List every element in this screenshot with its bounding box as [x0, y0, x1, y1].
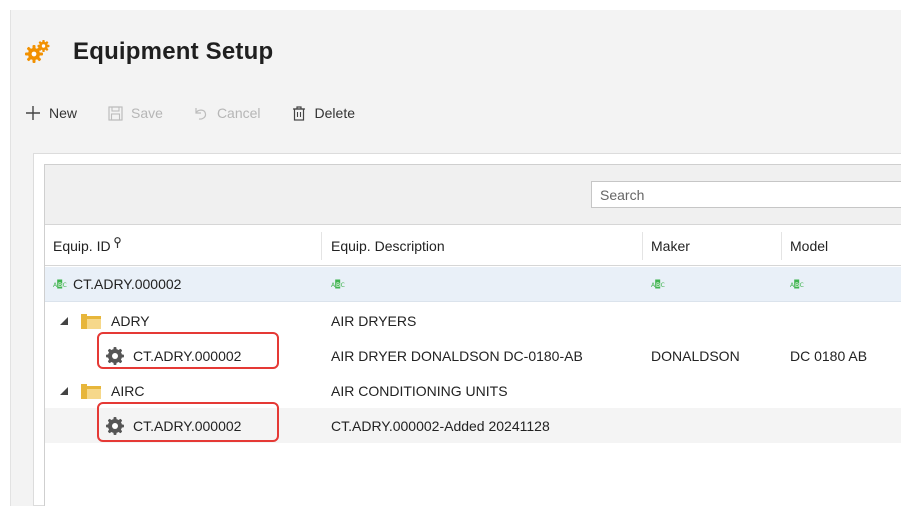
table-row[interactable]: CT.ADRY.000002 AIR DRYER DONALDSON DC-01… — [45, 332, 901, 373]
abc-filter-icon: ABC — [651, 279, 665, 289]
filter-row: ABC CT.ADRY.000002 ABC ABC ABC — [45, 267, 901, 302]
pin-icon[interactable] — [113, 237, 122, 248]
filter-cell-equip-id[interactable]: ABC CT.ADRY.000002 — [45, 267, 321, 301]
column-header-equip-id[interactable]: Equip. ID — [45, 226, 321, 265]
item-maker — [651, 408, 781, 443]
item-model: DC 0180 AB — [790, 347, 868, 364]
svg-text:C: C — [661, 282, 665, 289]
highlight-box — [97, 402, 279, 442]
trash-icon — [291, 105, 307, 121]
item-description: AIR DRYER DONALDSON DC-0180-AB — [331, 347, 583, 364]
column-header-model[interactable]: Model — [790, 226, 901, 265]
abc-filter-icon: ABC — [53, 279, 67, 289]
item-description: CT.ADRY.000002-Added 20241128 — [331, 417, 550, 434]
expander-icon[interactable] — [59, 316, 69, 326]
item-maker: DONALDSON — [651, 347, 740, 364]
filter-value-equip-id: CT.ADRY.000002 — [73, 276, 182, 292]
filter-cell-maker[interactable]: ABC — [651, 267, 781, 301]
column-label-equip-description: Equip. Description — [331, 237, 445, 254]
plus-icon — [25, 105, 41, 121]
column-headers: Equip. ID Equip. Description Maker Model — [45, 226, 901, 266]
equipment-grid: Equip. ID Equip. Description Maker Model — [44, 164, 901, 506]
title-row: Equipment Setup — [25, 32, 273, 72]
highlight-box — [97, 332, 279, 369]
folder-icon — [81, 383, 101, 399]
group-description: AIR DRYERS — [331, 312, 417, 329]
svg-text:C: C — [800, 282, 804, 289]
cancel-button[interactable]: Cancel — [193, 105, 261, 121]
header: Equipment Setup New Save Cancel Delete — [11, 10, 901, 135]
svg-text:C: C — [341, 282, 345, 289]
svg-text:B: B — [656, 282, 660, 289]
group-id: ADRY — [111, 312, 150, 329]
table-row[interactable]: CT.ADRY.000002 CT.ADRY.000002-Added 2024… — [45, 402, 901, 443]
undo-icon — [193, 105, 209, 121]
new-label: New — [49, 105, 78, 121]
svg-text:B: B — [795, 282, 799, 289]
item-model — [790, 408, 901, 443]
filter-cell-equip-description[interactable]: ABC — [331, 267, 649, 301]
toolbar: New Save Cancel Delete — [25, 102, 385, 124]
delete-label: Delete — [314, 105, 355, 121]
delete-button[interactable]: Delete — [291, 105, 355, 121]
column-header-maker[interactable]: Maker — [651, 226, 781, 265]
content-panel: Equip. ID Equip. Description Maker Model — [33, 153, 901, 506]
svg-text:B: B — [58, 282, 62, 289]
save-icon — [107, 105, 123, 121]
save-button[interactable]: Save — [107, 105, 163, 121]
svg-text:B: B — [336, 282, 340, 289]
save-label: Save — [131, 105, 163, 121]
column-label-maker: Maker — [651, 237, 690, 254]
column-label-equip-id: Equip. ID — [53, 237, 111, 254]
filter-cell-model[interactable]: ABC — [790, 267, 901, 301]
page-title: Equipment Setup — [73, 38, 274, 65]
app-window: Equipment Setup New Save Cancel Delete S… — [10, 10, 901, 506]
svg-text:C: C — [63, 282, 67, 289]
group-id: AIRC — [111, 382, 145, 399]
group-description: AIR CONDITIONING UNITS — [331, 382, 508, 399]
new-button[interactable]: New — [25, 105, 77, 121]
abc-filter-icon: ABC — [331, 279, 345, 289]
column-label-model: Model — [790, 237, 829, 254]
expander-icon[interactable] — [59, 386, 69, 396]
folder-icon — [81, 313, 101, 329]
abc-filter-icon: ABC — [790, 279, 804, 289]
column-header-equip-description[interactable]: Equip. Description — [331, 226, 649, 265]
search-bar — [45, 165, 901, 225]
cancel-label: Cancel — [216, 105, 261, 121]
gears-icon — [25, 40, 50, 63]
search-input[interactable] — [591, 181, 901, 208]
